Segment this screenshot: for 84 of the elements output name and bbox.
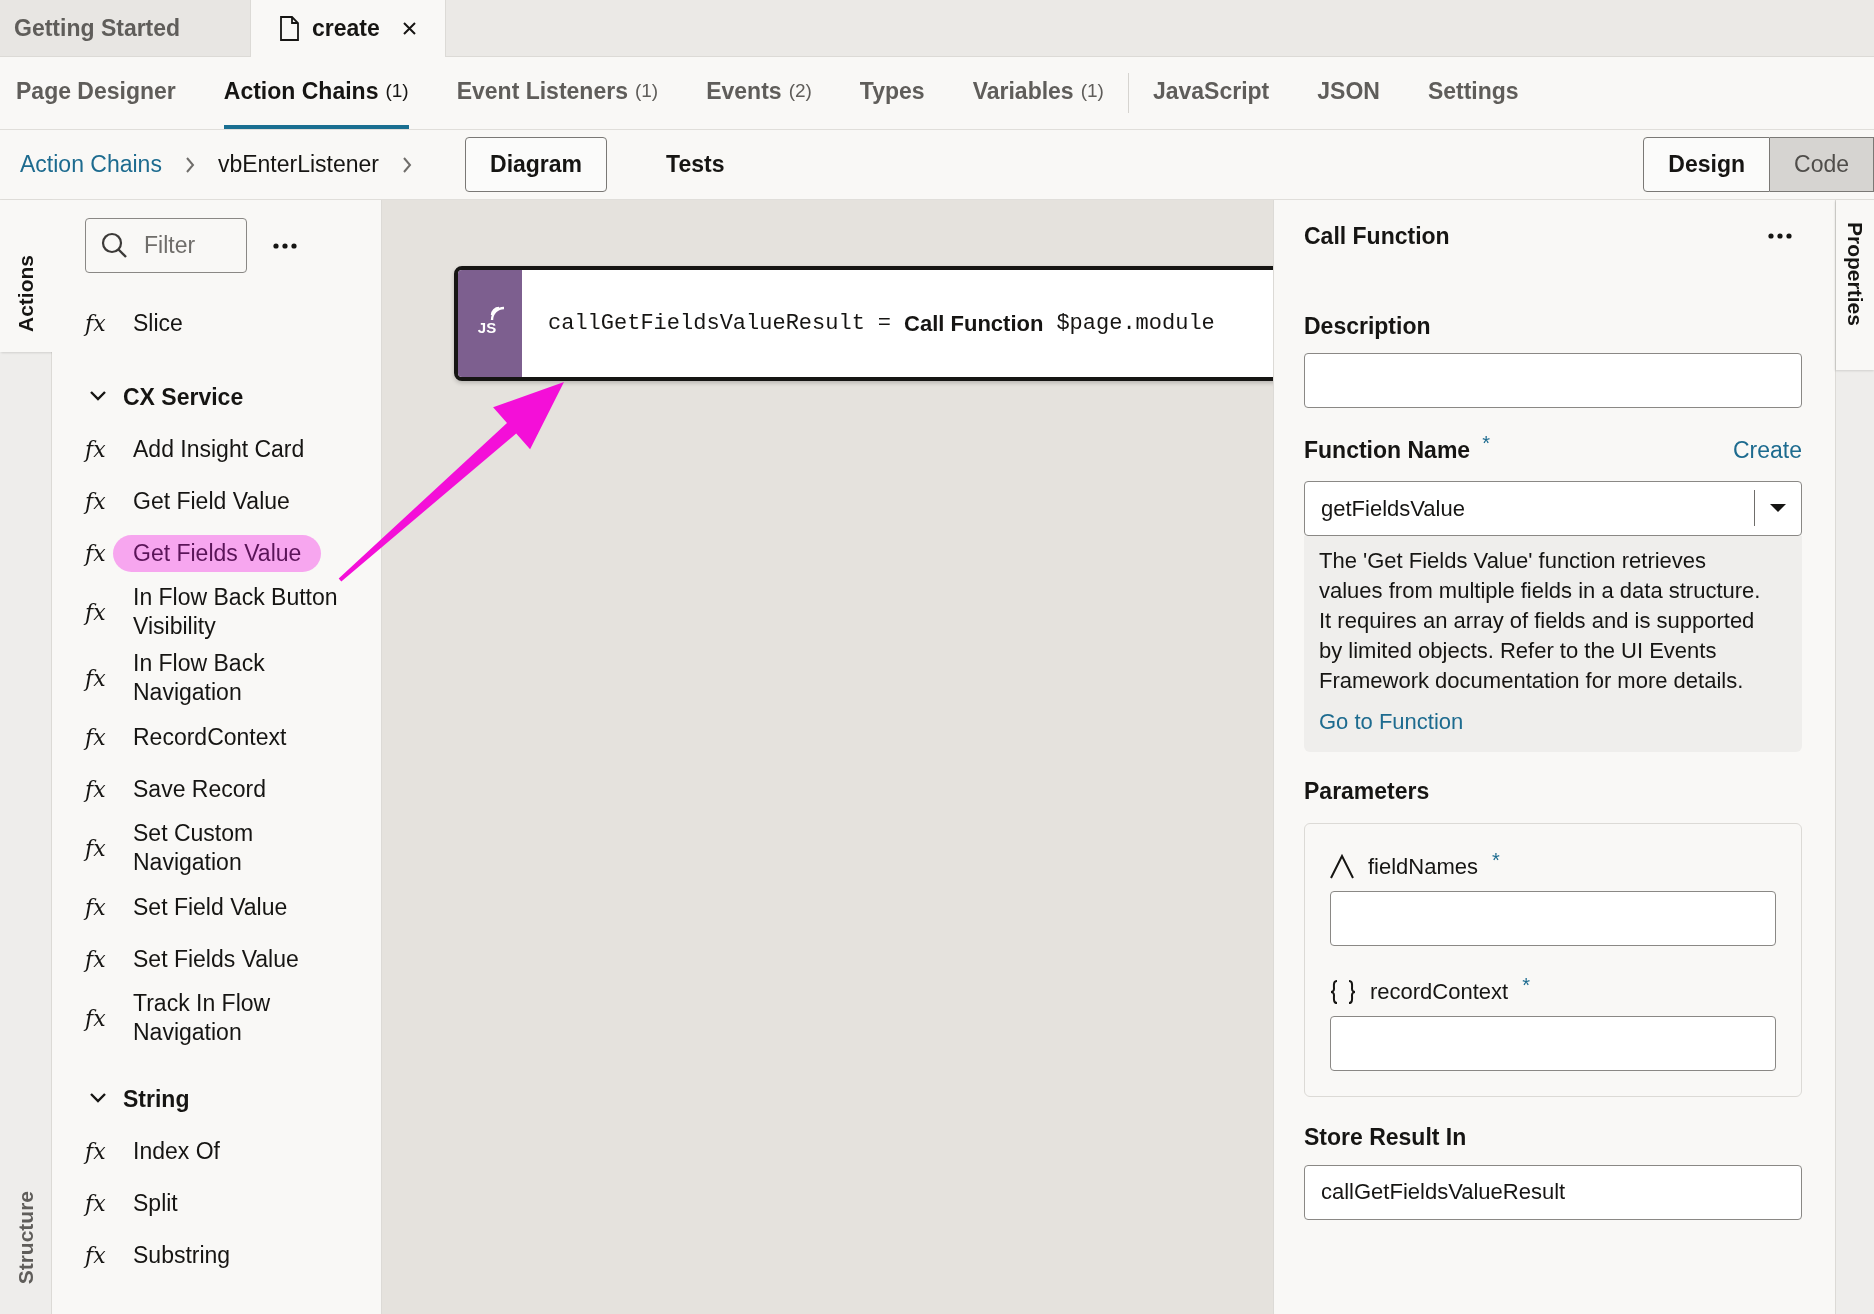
action-item[interactable]: fx Substring	[85, 1229, 381, 1281]
required-mark: *	[1492, 847, 1500, 873]
required-mark: *	[1522, 972, 1530, 998]
function-icon: fx	[85, 595, 133, 629]
function-name-select[interactable]: getFieldsValue	[1304, 480, 1802, 536]
editor-tab[interactable]: JSON	[1317, 57, 1380, 129]
function-icon: fx	[85, 831, 133, 865]
chevron-right-icon	[183, 155, 196, 174]
required-mark: *	[1482, 431, 1490, 457]
parameter-name: recordContext	[1370, 977, 1509, 1006]
action-item[interactable]: fx In Flow Back Navigation	[85, 645, 381, 711]
action-node[interactable]: JS callGetFieldsValueResult = Call Function $page.module	[454, 266, 1273, 381]
braces-icon	[1330, 979, 1356, 1004]
group-header[interactable]: CX Service	[85, 371, 381, 423]
go-to-function-link[interactable]: Go to Function	[1319, 704, 1464, 738]
action-item[interactable]: fx Track In Flow Navigation	[85, 985, 381, 1051]
create-link[interactable]: Create	[1732, 433, 1802, 468]
function-icon: fx	[85, 432, 133, 466]
editor-tab[interactable]: Types	[859, 57, 925, 129]
function-icon: fx	[85, 890, 133, 924]
function-description: The 'Get Fields Value' function retrieves values from multiple fields in a data structure. It requires an array of fields and is supported by limited objects. Refer to the UI Events Framework documentation for more details.	[1319, 546, 1762, 695]
function-icon: fx	[85, 720, 133, 754]
action-item[interactable]: fx Set Custom Navigation	[85, 815, 381, 881]
chevron-right-icon	[401, 155, 413, 174]
action-item[interactable]: fx Index Of	[85, 1125, 381, 1177]
function-icon: fx	[85, 1001, 133, 1035]
function-icon: fx	[85, 1186, 133, 1220]
field-label: Store Result In	[1304, 1122, 1467, 1152]
field-label: Parameters	[1304, 776, 1430, 806]
panel-title: Call Function	[1304, 221, 1450, 251]
action-item[interactable]: fx In Flow Back Button Visibility	[85, 579, 381, 645]
search-icon	[101, 232, 127, 258]
parameter-field[interactable]	[1330, 890, 1776, 946]
action-item[interactable]: fx Set Field Value	[85, 881, 381, 933]
function-icon: fx	[85, 306, 133, 340]
editor-tab[interactable]: Events (2)	[706, 57, 812, 129]
signal-icon	[490, 306, 506, 322]
side-tab[interactable]: Actions	[0, 200, 52, 352]
parameter-name: fieldNames	[1368, 852, 1479, 881]
action-item[interactable]: fx Slice	[85, 297, 381, 349]
breadcrumb-link[interactable]: Action Chains	[20, 147, 162, 182]
function-icon: fx	[85, 536, 133, 570]
node-variable: callGetFieldsValueResult	[548, 310, 865, 338]
field-label: Function Name	[1304, 436, 1471, 466]
node-operator: =	[877, 310, 892, 338]
side-tab[interactable]: Properties	[1836, 200, 1874, 370]
dropdown-caret-icon	[1770, 504, 1786, 512]
function-icon: fx	[85, 1134, 133, 1168]
field-label: Description	[1304, 312, 1431, 341]
function-icon: fx	[85, 1238, 133, 1272]
function-icon: fx	[85, 772, 133, 806]
node-target: $page.module	[1056, 310, 1215, 338]
js-label: JS	[477, 318, 497, 339]
file-icon	[279, 16, 300, 41]
document-tab[interactable]: create	[250, 0, 446, 57]
action-item[interactable]: fx RecordContext	[85, 711, 381, 763]
filter-field[interactable]: Filter	[85, 218, 247, 273]
function-icon: fx	[85, 484, 133, 518]
action-item[interactable]: fx Add Insight Card	[85, 423, 381, 475]
action-item[interactable]: fx Set Fields Value	[85, 933, 381, 985]
editor-tab[interactable]: Settings	[1427, 57, 1519, 129]
description-field[interactable]	[1304, 353, 1802, 408]
text-type-icon	[1330, 854, 1354, 879]
editor-tab[interactable]: JavaScript	[1152, 57, 1270, 129]
editor-tab[interactable]: Page Designer	[16, 57, 176, 129]
side-tab[interactable]: Structure	[0, 1170, 52, 1314]
mode-toggle-button[interactable]: Code	[1770, 137, 1874, 192]
mode-toggle-button[interactable]: Design	[1643, 137, 1770, 192]
view-tab[interactable]: Tests	[641, 137, 750, 192]
action-item[interactable]: fx Split	[85, 1177, 381, 1229]
editor-tab[interactable]: Variables (1)	[972, 57, 1104, 129]
action-item[interactable]: fx Save Record	[85, 763, 381, 815]
node-action: Call Function	[904, 310, 1044, 338]
store-result-field[interactable]: callGetFieldsValueResult	[1304, 1164, 1802, 1220]
function-icon: fx	[85, 942, 133, 976]
more-options-icon	[1768, 233, 1792, 239]
function-icon: fx	[85, 661, 133, 695]
parameter-field[interactable]	[1330, 1015, 1776, 1071]
action-item[interactable]: fx Get Field Value	[85, 475, 381, 527]
group-header[interactable]: String	[85, 1073, 381, 1125]
breadcrumb-item: vbEnterListener	[217, 150, 379, 180]
more-options-icon	[273, 242, 297, 249]
editor-tab[interactable]: Event Listeners (1)	[456, 57, 659, 129]
view-tab[interactable]: Diagram	[465, 137, 608, 192]
